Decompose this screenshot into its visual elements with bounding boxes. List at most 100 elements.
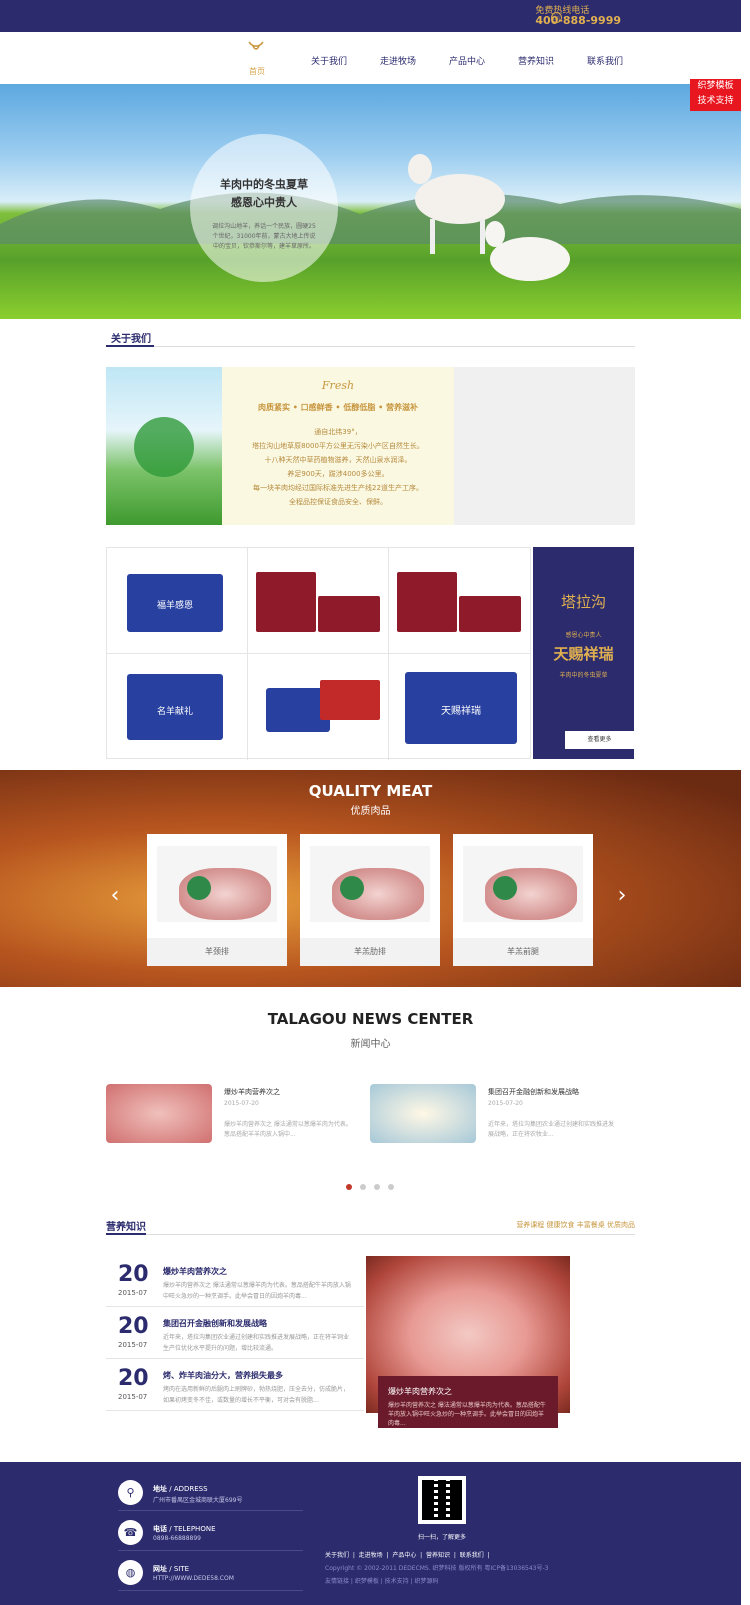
nav-about[interactable]: 关于我们 <box>311 54 347 67</box>
nutrition-divider <box>106 1234 635 1235</box>
gift-box-red <box>459 596 521 632</box>
footer-link[interactable]: 走进牧场 <box>359 1552 383 1559</box>
more-button[interactable]: 查看更多 <box>565 731 634 749</box>
side-tab[interactable]: 织梦模板 技术支持 <box>690 79 741 111</box>
quality-subtitle: 优质肉品 <box>350 806 391 817</box>
meat-label: 羊羔肋排 <box>300 938 440 966</box>
phone-icon: ☎ <box>118 1520 143 1545</box>
phone-value: 0898-66888899 <box>153 1535 201 1542</box>
meat-image <box>310 846 430 922</box>
news-pagination <box>346 1175 402 1194</box>
meat-image <box>463 846 583 922</box>
feature-desc: 爆炒羊肉营养次之 爆法通常以葱爆羊肉为代表。葱品搭配牛羊肉放入锅中旺火急炒的一种… <box>388 1402 546 1427</box>
mountains <box>0 192 741 244</box>
product-cell[interactable] <box>248 654 389 760</box>
feature-caption[interactable]: 爆炒羊肉营养次之 爆炒羊肉营养次之 爆法通常以葱爆羊肉为代表。葱品搭配牛羊肉放入… <box>378 1376 558 1428</box>
about-divider <box>106 346 635 347</box>
product-cell[interactable]: 名羊献礼 <box>107 654 248 760</box>
page-dot[interactable] <box>374 1184 380 1190</box>
meat-card[interactable]: 羊颈排 <box>147 834 287 966</box>
gift-box-red <box>318 596 380 632</box>
about-line: 通自北纬39°， <box>314 428 362 436</box>
item-title[interactable]: 集团召开金融创新和发展战略 <box>163 1318 267 1329</box>
page-dot[interactable] <box>360 1184 366 1190</box>
product-cell[interactable] <box>389 548 530 654</box>
item-month: 2015-07 <box>118 1393 148 1401</box>
product-grid: 福羊感恩 名羊献礼 天赐祥瑞 <box>106 547 531 760</box>
meat-image <box>157 846 277 922</box>
gift-box-red <box>397 572 457 632</box>
news-image[interactable] <box>370 1084 476 1143</box>
meat-card[interactable]: 羊羔前腿 <box>453 834 593 966</box>
site-value[interactable]: HTTP://WWW.DEDE58.COM <box>153 1575 234 1582</box>
item-title[interactable]: 烤、炸羊肉油分大，营养损失最多 <box>163 1370 283 1381</box>
item-desc: 爆炒羊肉营养次之 爆法通常以葱爆羊肉为代表。葱品搭配牛羊肉放入锅中旺火急炒的一种… <box>163 1282 351 1300</box>
news-item-date: 2015-07-20 <box>224 1100 259 1107</box>
hero-title-1: 羊肉中的冬虫夏草 <box>220 178 308 191</box>
news-item-desc: 近年来，塔拉沟集团农业通过创建和实践推进发展战略，正在将农牧业... <box>488 1121 615 1138</box>
gift-box-blue: 天赐祥瑞 <box>405 672 517 744</box>
news-item-date: 2015-07-20 <box>488 1100 523 1107</box>
phone-label: 电话 / TELEPHONE <box>153 1525 216 1533</box>
gift-box-blue: 名羊献礼 <box>127 674 223 740</box>
about-text: Fresh 肉质紧实 • 口感鲜香 • 低醇低脂 • 营养滋补 通自北纬39°，… <box>222 367 454 525</box>
product-cell[interactable] <box>248 548 389 654</box>
about-grey-panel <box>454 367 635 525</box>
nutrition-title: 营养知识 <box>106 1222 146 1233</box>
address-value: 广州市番禺区金城商联大厦699号 <box>153 1497 243 1504</box>
box-label: 天赐祥瑞 <box>441 706 481 717</box>
copyright: Copyright © 2002-2011 DEDECMS. 织梦科技 版权所有… <box>325 1565 549 1572</box>
nutrition-tags[interactable]: 营养课程 健康饮食 丰富餐桌 优质肉品 <box>516 1220 635 1230</box>
product-cell[interactable]: 福羊感恩 <box>107 548 248 654</box>
news-item-title[interactable]: 爆炒羊肉营养次之 <box>224 1087 280 1097</box>
location-icon: ⚲ <box>118 1480 143 1505</box>
footer-link[interactable]: 关于我们 <box>325 1552 349 1559</box>
quality-meat-band: QUALITY MEAT 优质肉品 ‹ 羊颈排 羊羔肋排 羊羔前腿 › <box>0 770 741 987</box>
item-month: 2015-07 <box>118 1289 148 1297</box>
box-label: 名羊献礼 <box>156 707 193 717</box>
item-month: 2015-07 <box>118 1341 148 1349</box>
nav-contact[interactable]: 联系我们 <box>587 54 623 67</box>
page-dot[interactable] <box>388 1184 394 1190</box>
brand-panel: 塔拉沟 感恩心中贵人 天赐祥瑞 羊肉中的冬虫夏草 查看更多 <box>533 547 634 759</box>
nav-ranch[interactable]: 走进牧场 <box>380 54 416 67</box>
item-title[interactable]: 爆炒羊肉营养次之 <box>163 1266 227 1277</box>
globe-icon: ◍ <box>118 1560 143 1585</box>
footer-link[interactable]: 产品中心 <box>392 1552 416 1559</box>
nav-home[interactable]: 首页 <box>249 66 265 77</box>
footer-link[interactable]: 营养知识 <box>426 1552 450 1559</box>
news-item-title[interactable]: 集团召开金融创新和发展战略 <box>488 1087 579 1097</box>
nav-nutrition[interactable]: 营养知识 <box>518 54 554 67</box>
box-label: 福羊感恩 <box>156 601 193 611</box>
meat-label: 羊颈排 <box>147 938 287 966</box>
item-divider <box>106 1306 364 1307</box>
news-item-desc: 爆炒羊肉营养次之 爆法通常以葱爆羊肉为代表。葱品搭配羊羊肉放入锅中... <box>224 1121 352 1138</box>
product-cell[interactable]: 天赐祥瑞 <box>389 654 530 760</box>
nav-products[interactable]: 产品中心 <box>449 54 485 67</box>
footer: ⚲ 地址 / ADDRESS 广州市番禺区金城商联大厦699号 ☎ 电话 / T… <box>0 1462 741 1605</box>
side-tab-line2: 技术支持 <box>697 96 734 106</box>
brand-slogan: 感恩心中贵人 <box>565 632 602 639</box>
nutrition-underline <box>106 1233 146 1235</box>
about-line: 全程品控保证食品安全、保鲜。 <box>289 498 387 506</box>
meat-card[interactable]: 羊羔肋排 <box>300 834 440 966</box>
footer-divider <box>118 1510 303 1511</box>
about-image <box>106 367 222 525</box>
prev-arrow-icon[interactable]: ‹ <box>106 878 124 914</box>
side-tab-line1: 织梦模板 <box>697 81 734 91</box>
next-arrow-icon[interactable]: › <box>613 878 631 914</box>
meat-label: 羊羔前腿 <box>453 938 593 966</box>
friend-links[interactable]: 友情链接 | 织梦模板 | 技术支持 | 织梦源码 <box>325 1576 439 1585</box>
hero-banner: 羊肉中的冬虫夏草 感恩心中贵人 调拉沟山地羊，养话一个民族，圆硬25个世纪，31… <box>0 84 741 319</box>
fresh-logo: Fresh <box>321 379 355 392</box>
item-divider <box>106 1410 364 1411</box>
page-dot[interactable] <box>346 1184 352 1190</box>
gift-box-red <box>256 572 316 632</box>
footer-links: 关于我们 | 走进牧场 | 产品中心 | 营养知识 | 联系我们 | <box>325 1552 490 1559</box>
goat-logo-icon[interactable] <box>247 40 265 54</box>
news-image[interactable] <box>106 1084 212 1143</box>
about-line: 塔拉沟山地草原8000平方公里无污染小产区自然生长。 <box>252 442 424 450</box>
footer-link[interactable]: 联系我们 <box>460 1552 484 1559</box>
qr-text: 扫一扫，了解更多 <box>417 1534 466 1541</box>
item-day: 20 <box>118 1262 149 1287</box>
